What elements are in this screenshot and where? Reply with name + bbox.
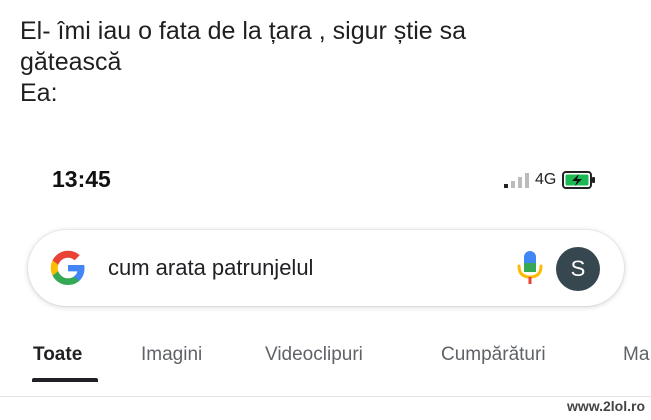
search-bar[interactable]: cum arata patrunjelul S	[28, 230, 624, 306]
network-type: 4G	[535, 171, 557, 188]
battery-charging-icon	[562, 171, 596, 189]
caption-line-1: El- îmi iau o fata de la țara , sigur șt…	[20, 17, 467, 45]
tab-videoclipuri[interactable]: Videoclipuri	[265, 344, 363, 366]
tab-more[interactable]: Ma	[623, 344, 649, 366]
watermark: www.2lol.ro	[566, 398, 645, 414]
active-tab-indicator	[32, 378, 98, 382]
meme-caption: El- îmi iau o fata de la țara , sigur șt…	[20, 16, 630, 109]
signal-icon	[503, 172, 529, 188]
microphone-icon[interactable]	[513, 249, 547, 287]
search-tabs: Toate Imagini Videoclipuri Cumpărături M…	[0, 340, 651, 390]
status-time: 13:45	[52, 166, 111, 192]
tab-imagini[interactable]: Imagini	[141, 344, 202, 366]
google-logo-icon	[50, 250, 86, 286]
status-bar-icons: 4G	[503, 168, 596, 192]
tab-cumparaturi[interactable]: Cumpărături	[441, 344, 546, 366]
caption-line-2: gătească	[20, 48, 122, 76]
avatar[interactable]: S	[556, 247, 600, 291]
search-input[interactable]: cum arata patrunjelul	[108, 255, 313, 281]
tab-toate[interactable]: Toate	[33, 344, 82, 366]
divider	[0, 396, 651, 397]
caption-line-3: Ea:	[20, 79, 58, 107]
